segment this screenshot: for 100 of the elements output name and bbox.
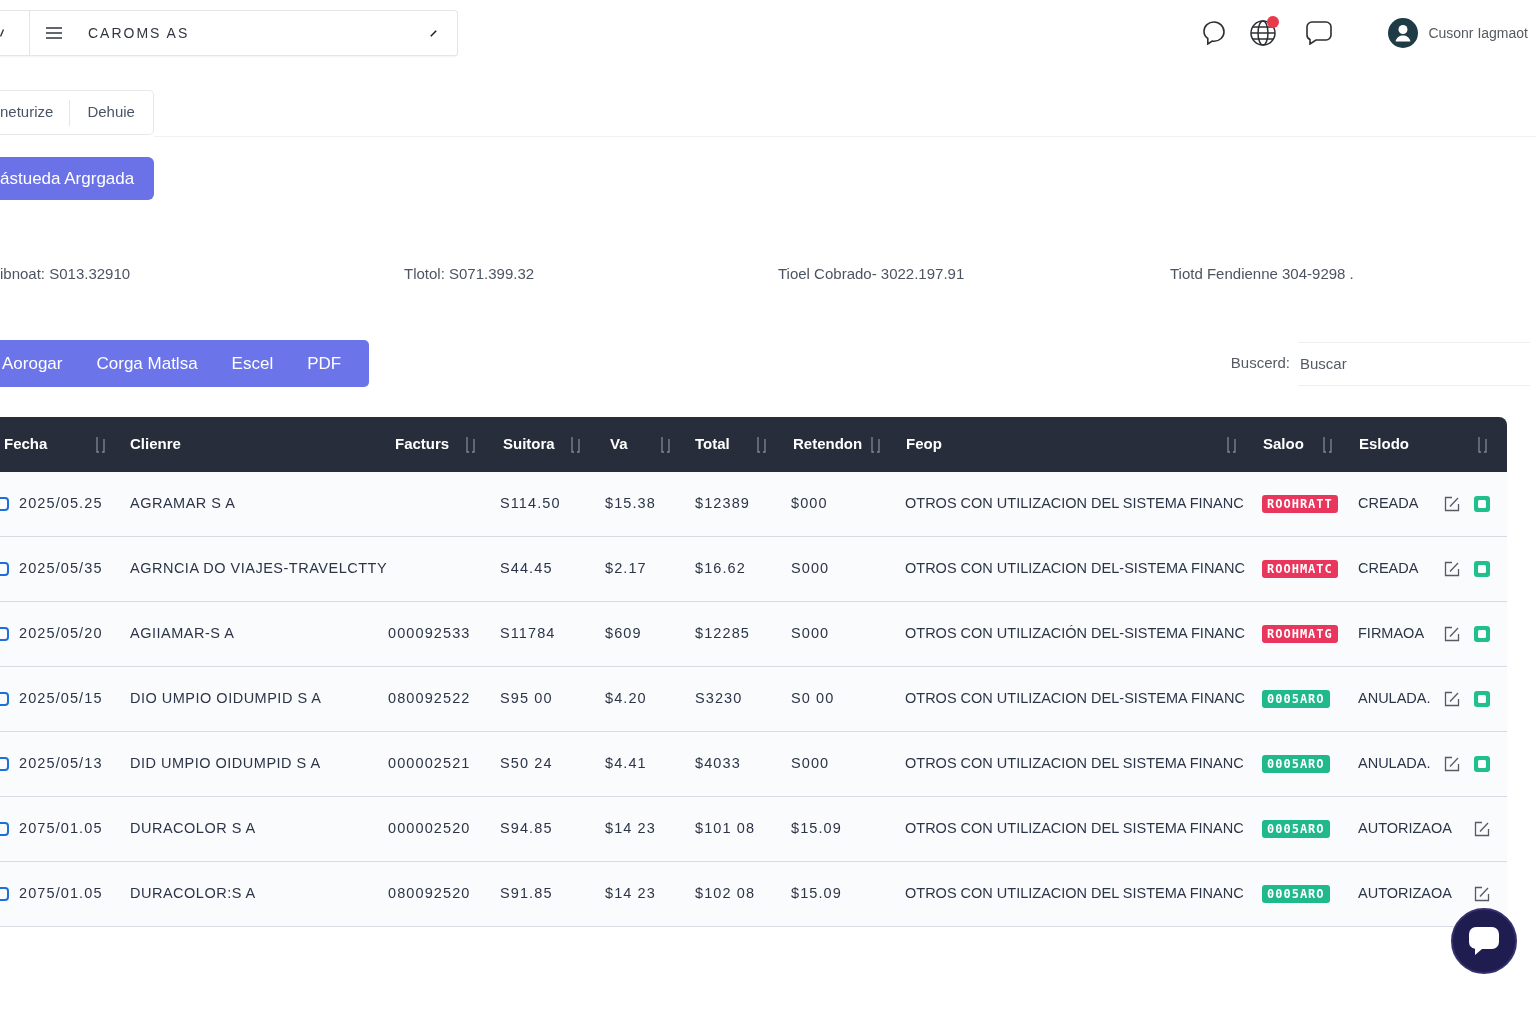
balance-badge: ROOHRATT (1262, 495, 1338, 513)
column-header[interactable]: Va (610, 433, 628, 456)
table-cell-text: 2075/01.05 (19, 884, 103, 904)
table-cell-text: DIO UMPIO OIDUMPID S A (130, 689, 322, 709)
table-cell-text: 080092520 (388, 884, 471, 904)
sort-icon[interactable] (96, 436, 105, 453)
sort-icon[interactable] (1227, 436, 1236, 453)
column-header[interactable]: Fecha (4, 433, 48, 456)
table-cell-text: DID UMPIO OIDUMPID S A (130, 754, 321, 774)
search-label: Buscerd: (1230, 353, 1290, 374)
table-cell-text: $12285 (695, 624, 750, 644)
table-cell-text: 000002521 (388, 754, 471, 774)
toolbar-button[interactable]: PDF (290, 340, 370, 387)
table-cell-text: AGRNCIA DO VIAJES-TRAVELCTTY (130, 559, 388, 579)
edit-icon[interactable] (1474, 886, 1490, 902)
table-cell-text: 000002520 (388, 819, 471, 839)
table-cell-text: S3230 (695, 689, 743, 709)
table-cell-text: $15.38 (605, 494, 656, 514)
slash-icon[interactable] (0, 29, 4, 37)
table-cell-text: 080092522 (388, 689, 471, 709)
toolbar-button[interactable]: Escel (214, 340, 291, 387)
column-header[interactable]: Feop (906, 433, 942, 456)
checkbox-icon[interactable] (0, 562, 9, 576)
table-cell-text: 2025/05/13 (19, 754, 103, 774)
summary-text: ibnoat: S013.32910 (0, 264, 132, 284)
sort-icon[interactable] (661, 436, 670, 453)
edit-icon[interactable] (1444, 756, 1460, 772)
toolbar-button[interactable]: Aorogar (0, 340, 80, 387)
table-cell-text: $16.62 (695, 559, 746, 579)
edit-icon[interactable] (1444, 626, 1460, 642)
segment-button[interactable]: neturize (0, 91, 54, 134)
table-cell-text: S94.85 (500, 819, 553, 839)
slash-icon[interactable] (430, 29, 437, 37)
toolbar-button[interactable]: Corga Matlsa (79, 340, 215, 387)
table-cell-text: OTROS CON UTILIZACION DEL-SISTEMA FINANC (905, 689, 1245, 709)
table-cell-text: S50 24 (500, 754, 553, 774)
segment-button[interactable]: Dehuie (87, 91, 153, 134)
table-cell-text: S000 (791, 754, 830, 774)
search-field[interactable]: Buscar (1298, 341, 1530, 386)
table-cell-text: S44.45 (500, 559, 553, 579)
table-cell-text: S95 00 (500, 689, 553, 709)
sort-icon[interactable] (1323, 436, 1332, 453)
sort-icon[interactable] (571, 436, 580, 453)
checkbox-icon[interactable] (0, 627, 9, 641)
edit-icon[interactable] (1474, 821, 1490, 837)
table-cell-text: OTROS CON UTILIZACIÓN DEL-SISTEMA FINANC (905, 624, 1245, 644)
table-cell-text: S114.50 (500, 494, 561, 514)
balance-badge: 0005ARO (1262, 755, 1330, 773)
table-cell-text: 2025/05/35 (19, 559, 103, 579)
balance-badge: 0005ARO (1262, 690, 1330, 708)
user-name[interactable]: Cusonr Iagmaot (1428, 22, 1528, 44)
column-header[interactable]: Facturs (395, 433, 450, 456)
table-cell-text: $14 23 (605, 884, 656, 904)
checkbox-icon[interactable] (0, 757, 9, 771)
chat-icon (1469, 927, 1499, 955)
table-cell-text: $4033 (695, 754, 741, 774)
menu-icon[interactable] (46, 27, 62, 39)
checkbox-icon[interactable] (0, 822, 9, 836)
column-header[interactable]: Retendon (793, 433, 863, 456)
sort-icon[interactable] (757, 436, 766, 453)
column-header[interactable]: Total (695, 433, 730, 456)
table-cell-text: 2075/01.05 (19, 819, 103, 839)
company-title: CAROMS AS (88, 23, 190, 43)
table-cell-text: AGRAMAR S A (130, 494, 236, 514)
chat-icon[interactable] (1203, 21, 1226, 45)
table-cell-text: DURACOLOR:S A (130, 884, 256, 904)
globe-icon[interactable] (1250, 20, 1277, 46)
table-cell-text: CREADA (1358, 559, 1419, 579)
primary-button[interactable]: ástueda Argrgada (0, 157, 155, 200)
table-cell-text: $4.41 (605, 754, 647, 774)
table-cell-text: $15.09 (791, 819, 842, 839)
balance-badge: 0005ARO (1262, 885, 1330, 903)
sort-icon[interactable] (1478, 436, 1487, 453)
avatar-icon[interactable] (1388, 18, 1419, 48)
column-header[interactable]: Suitora (503, 433, 555, 456)
checkbox-icon[interactable] (0, 692, 9, 706)
edit-icon[interactable] (1444, 691, 1460, 707)
table-cell-text: $4.20 (605, 689, 647, 709)
table-cell-text: $2.17 (605, 559, 647, 579)
checkbox-icon[interactable] (0, 497, 9, 511)
table-cell-text: OTROS CON UTILIZACION DEL SISTEMA FINANC (905, 754, 1244, 774)
table-cell-text: $12389 (695, 494, 750, 514)
table-cell-text: FIRMAOA (1358, 624, 1425, 644)
table-cell-text: ANULADA. (1358, 754, 1431, 774)
column-header[interactable]: Saloo (1263, 433, 1304, 456)
summary-text: Tioel Cobrado- 3022.197.91 (778, 264, 966, 284)
table-cell-text: S0 00 (791, 689, 835, 709)
table-cell-text: ANULADA. (1358, 689, 1431, 709)
sort-icon[interactable] (871, 436, 880, 453)
table-cell-text: 000092533 (388, 624, 471, 644)
sort-icon[interactable] (466, 436, 475, 453)
checkbox-icon[interactable] (0, 887, 9, 901)
column-header[interactable]: Clienre (130, 433, 181, 456)
edit-icon[interactable] (1444, 496, 1460, 512)
table-cell-text: AUTORIZAOA (1358, 884, 1452, 904)
column-header[interactable]: Eslodo (1359, 433, 1409, 456)
message-icon[interactable] (1306, 21, 1333, 45)
summary-text: Tlotol: S071.399.32 (404, 264, 536, 284)
edit-icon[interactable] (1444, 561, 1460, 577)
table-cell-text: S000 (791, 624, 830, 644)
